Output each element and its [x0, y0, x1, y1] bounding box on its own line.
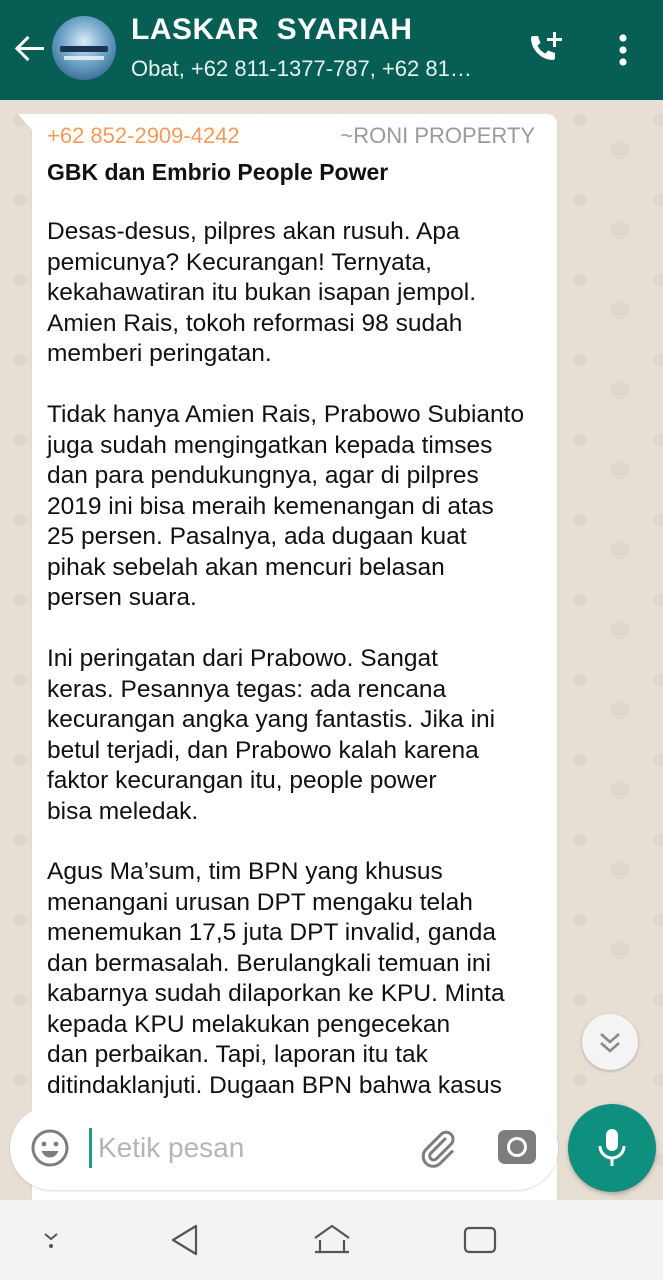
recents-icon[interactable]: [460, 1220, 500, 1260]
message-composer: [10, 1106, 558, 1190]
message-sender-alias: ~RONI PROPERTY: [340, 123, 535, 148]
message-paragraph: Tidak hanya Amien Rais, Prabowo Subianto…: [47, 401, 525, 611]
keyboard-hide-icon[interactable]: [36, 1220, 66, 1260]
chat-title[interactable]: LASKAR SYARIAH: [131, 13, 412, 47]
home-icon[interactable]: [310, 1220, 354, 1260]
scroll-down-icon: [600, 1033, 620, 1053]
mic-icon: [598, 1129, 626, 1166]
paperclip-icon[interactable]: [414, 1124, 460, 1170]
message-paragraph: Desas-desus, pilpres akan rusuh. Apa pem…: [47, 218, 477, 367]
message-sender[interactable]: +62 852-2909-4242: [47, 123, 240, 149]
add-call-icon[interactable]: [522, 28, 570, 72]
mic-button[interactable]: [568, 1104, 656, 1192]
message-input[interactable]: [98, 1128, 398, 1168]
chat-area[interactable]: +62 852-2909-4242 ~RONI PROPERTY GBK dan…: [0, 100, 663, 1200]
camera-icon[interactable]: [496, 1126, 538, 1168]
system-nav-bar: [0, 1200, 663, 1280]
avatar-graphic: [60, 46, 108, 52]
back-triangle-icon[interactable]: [168, 1220, 204, 1260]
group-avatar[interactable]: [52, 16, 116, 80]
message-bubble[interactable]: +62 852-2909-4242 ~RONI PROPERTY GBK dan…: [18, 114, 557, 1200]
chat-header: LASKAR SYARIAH Obat, +62 811-1377-787, +…: [0, 0, 663, 100]
scroll-down-button[interactable]: [582, 1014, 638, 1070]
text-caret: [89, 1128, 92, 1168]
chat-members[interactable]: Obat, +62 811-1377-787, +62 81…: [131, 56, 472, 82]
message-title: GBK dan Embrio People Power: [47, 159, 389, 185]
emoji-icon[interactable]: [28, 1126, 72, 1170]
avatar-graphic-stripe: [64, 56, 104, 60]
back-arrow-icon[interactable]: [10, 28, 50, 68]
more-vert-icon[interactable]: [606, 28, 640, 72]
message-paragraph: Ini peringatan dari Prabowo. Sangat kera…: [47, 645, 496, 825]
message-paragraph: Agus Ma’sum, tim BPN yang khusus menanga…: [47, 858, 505, 1099]
